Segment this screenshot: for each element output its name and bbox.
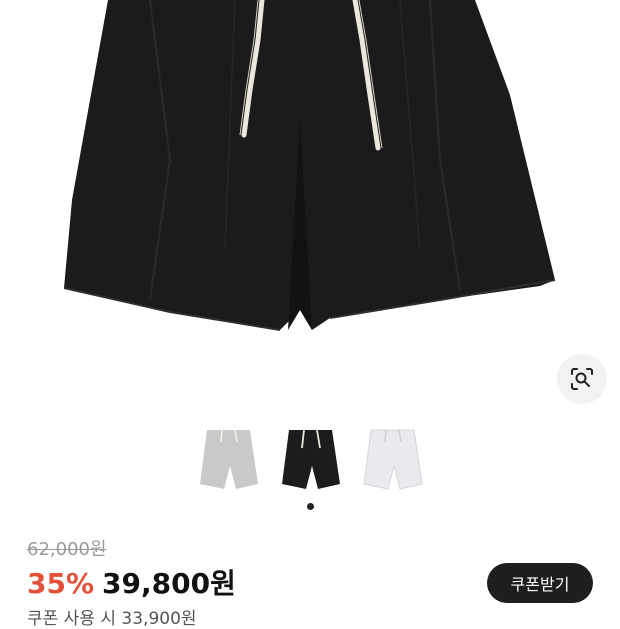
price-row: 35% 39,800원	[27, 562, 236, 602]
coupon-price-note: 쿠폰 사용 시 33,900원	[27, 609, 197, 629]
carousel-indicator-dot	[307, 503, 314, 510]
gray-shorts-thumbnail	[200, 429, 258, 489]
color-thumbnail-list	[0, 426, 620, 496]
coupon-download-button[interactable]: 쿠폰받기	[487, 563, 593, 603]
product-main-image[interactable]	[0, 0, 620, 420]
lens-search-icon	[571, 368, 593, 390]
lens-search-button[interactable]	[557, 354, 607, 404]
white-shorts-thumbnail	[363, 429, 423, 490]
discount-rate: 35%	[27, 567, 95, 600]
thumbnail-gray[interactable]	[194, 426, 264, 494]
thumbnail-black[interactable]	[276, 426, 346, 494]
thumbnail-white[interactable]	[358, 426, 428, 494]
original-price: 62,000원	[27, 539, 107, 560]
sale-price: 39,800원	[102, 567, 236, 600]
black-shorts-image	[63, 0, 556, 331]
black-shorts-thumbnail	[282, 429, 340, 489]
